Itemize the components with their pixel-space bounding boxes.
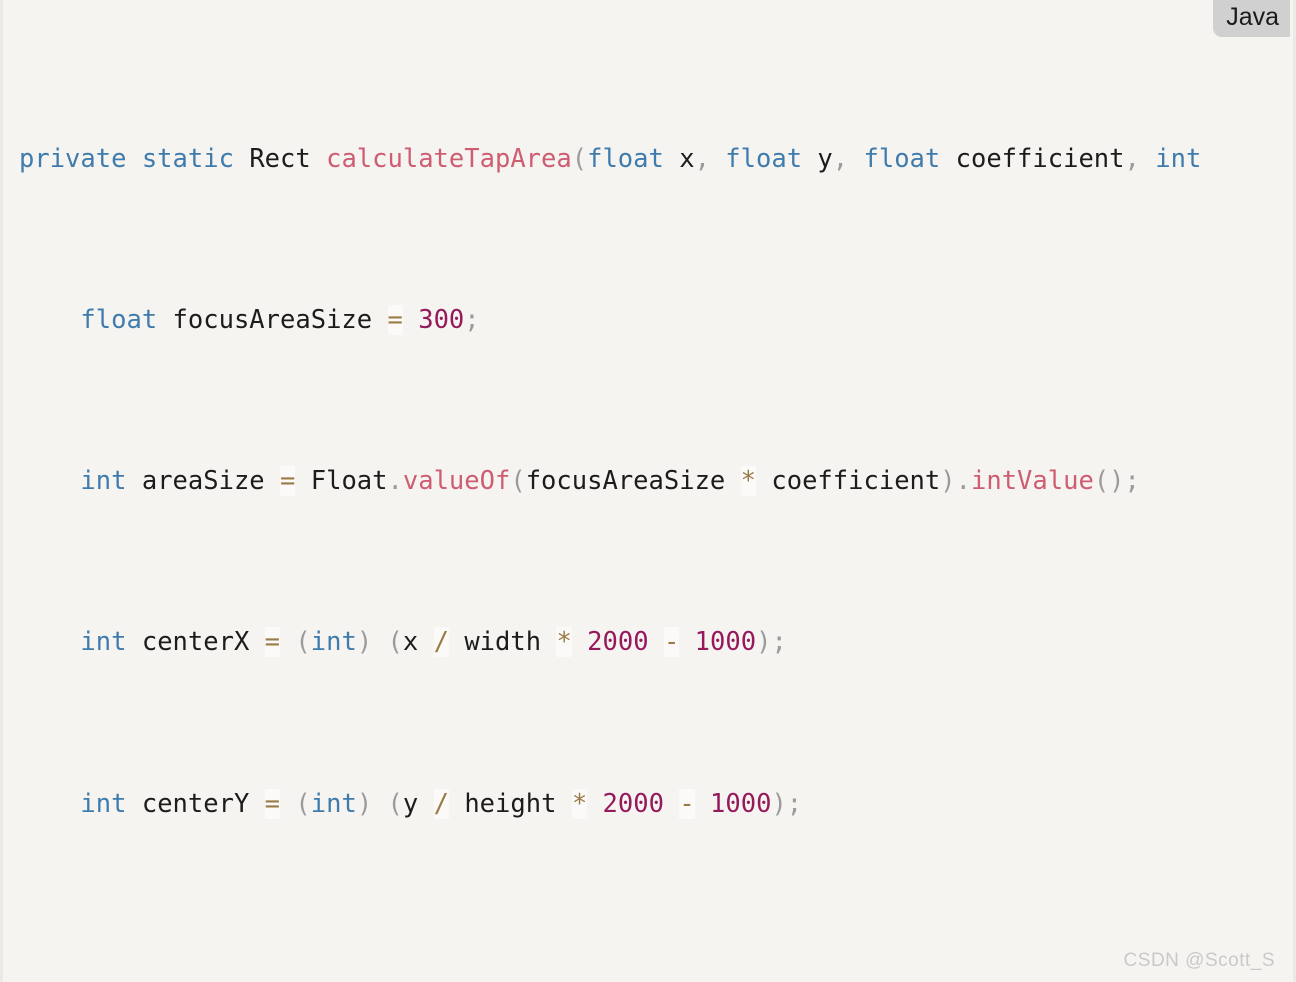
watermark-text: CSDN @Scott_S — [1123, 950, 1275, 971]
code-block-container: Java private static Rect calculateTapAre… — [0, 0, 1296, 982]
code-line: float focusAreaSize = 300; — [80, 305, 480, 336]
language-badge: Java — [1213, 0, 1290, 37]
code-line: int centerY = (int) (y / height * 2000 -… — [80, 788, 803, 819]
code-line: int centerX = (int) (x / width * 2000 - … — [80, 627, 787, 658]
code-line: int areaSize = Float.valueOf(focusAreaSi… — [80, 466, 1140, 497]
code-line: private static Rect calculateTapArea(flo… — [19, 143, 1202, 174]
code-content[interactable]: private static Rect calculateTapArea(flo… — [3, 0, 1293, 982]
